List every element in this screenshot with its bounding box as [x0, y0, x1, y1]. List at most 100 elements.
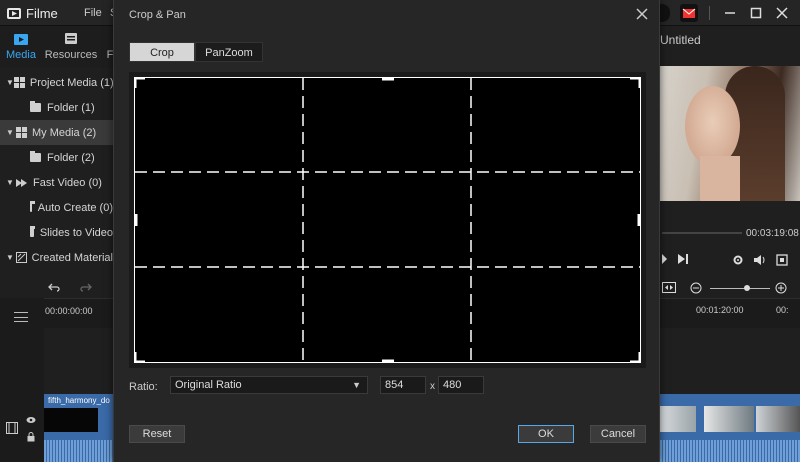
crop-stage [129, 72, 646, 368]
tree-item-label: Fast Video (0) [33, 176, 102, 189]
zoom-slider-handle[interactable] [744, 285, 750, 291]
ruler-mark-time: 00:01:20:00 [696, 305, 744, 315]
timeline-toolbar [0, 278, 113, 298]
caret-down-icon[interactable]: ▼ [6, 78, 14, 87]
media-icon [14, 34, 28, 45]
tab-resources[interactable]: Resources [44, 32, 98, 61]
ratio-label: Ratio: [129, 381, 158, 393]
grid-icon [16, 127, 27, 138]
crop-handle-bottom-left[interactable] [135, 352, 145, 362]
tree-item-folder-1[interactable]: Folder (1) [0, 95, 113, 120]
duration-time: 00:03:19:08 [746, 228, 799, 239]
dialog-tabs: Crop PanZoom [129, 42, 263, 62]
app-name: Filme [26, 6, 58, 21]
tab-crop[interactable]: Crop [129, 42, 195, 62]
clip-thumbnail [756, 406, 800, 432]
folder-icon [30, 201, 35, 212]
film-track-icon [6, 422, 18, 434]
settings-icon[interactable] [732, 254, 744, 266]
fast-forward-icon [16, 178, 27, 187]
zoom-in-icon[interactable] [775, 282, 787, 294]
width-input[interactable]: 854 [380, 376, 426, 394]
reset-button[interactable]: Reset [129, 425, 185, 443]
dimension-separator: x [430, 381, 435, 392]
crop-area[interactable] [134, 77, 641, 363]
media-tabs: Media Resources F [0, 26, 113, 68]
mail-icon[interactable] [680, 4, 698, 22]
timeline-clip[interactable]: fifth_harmony_do [44, 394, 114, 462]
dialog-title: Crop & Pan [129, 9, 186, 21]
crop-handle-top-left[interactable] [135, 78, 145, 88]
volume-icon[interactable] [754, 254, 767, 266]
timeline-clip-thumbnails[interactable] [660, 394, 800, 462]
ruler-mark-time-partial: 00: [776, 305, 789, 315]
tab-panzoom[interactable]: PanZoom [195, 42, 263, 62]
fullscreen-icon[interactable] [776, 254, 788, 266]
tree-item-created-material[interactable]: ▼ Created Material [0, 245, 113, 270]
caret-down-icon[interactable]: ▼ [6, 253, 16, 262]
tab-media-label: Media [6, 49, 36, 61]
crop-handle-top-right[interactable] [630, 78, 640, 88]
tree-item-label: Project Media (1) [29, 76, 113, 89]
close-icon[interactable] [633, 5, 651, 23]
resources-icon [65, 33, 77, 44]
tab-media[interactable]: Media [4, 32, 38, 61]
menu-icon[interactable] [14, 312, 28, 322]
caret-down-icon[interactable]: ▼ [6, 178, 16, 187]
folder-icon [30, 151, 41, 162]
crop-pan-dialog: Crop & Pan Crop PanZoom Ratio: Original … [113, 0, 660, 462]
tab-resources-label: Resources [44, 49, 98, 61]
preview-video[interactable] [660, 66, 800, 201]
created-material-icon [15, 252, 27, 263]
lock-icon[interactable] [27, 432, 35, 442]
eye-icon[interactable] [26, 416, 36, 424]
clip-name: fifth_harmony_do [48, 396, 110, 405]
tree-item-label: Created Material [31, 251, 113, 264]
tree-item-label: My Media (2) [32, 126, 97, 139]
tree-item-auto-create[interactable]: Auto Create (0) [0, 195, 113, 220]
clip-thumbnail [660, 406, 696, 432]
crop-grid [135, 78, 640, 362]
timeline-zoom [660, 280, 800, 296]
grid-icon [13, 77, 25, 88]
undo-icon[interactable] [48, 282, 60, 293]
tree-item-label: Folder (1) [47, 101, 95, 114]
play-next-icon[interactable] [678, 254, 689, 264]
cancel-button[interactable]: Cancel [590, 425, 646, 443]
folder-icon [30, 226, 35, 237]
minimize-icon[interactable] [720, 3, 740, 23]
fit-icon[interactable] [662, 282, 676, 293]
zoom-slider-track[interactable] [710, 288, 770, 289]
filme-logo-icon [7, 8, 21, 19]
tree-item-project-media[interactable]: ▼ Project Media (1) [0, 70, 113, 95]
preview-face [685, 86, 740, 166]
folder-icon [30, 101, 41, 112]
clip-waveform [44, 440, 114, 462]
clip-waveform [660, 440, 800, 462]
ruler-start-time: 00:00:00:00 [45, 306, 93, 316]
zoom-out-icon[interactable] [690, 282, 702, 294]
window-close-icon[interactable] [772, 3, 792, 23]
caret-down-icon[interactable]: ▼ [6, 128, 16, 137]
height-input[interactable]: 480 [438, 376, 484, 394]
tree-item-label: Auto Create (0) [37, 201, 113, 214]
maximize-icon[interactable] [746, 3, 766, 23]
prev-frame-icon[interactable] [662, 254, 668, 264]
ratio-value: Original Ratio [175, 379, 242, 391]
playback-scrubber[interactable] [662, 232, 742, 234]
app-window: Filme File S Media Resources F [0, 0, 800, 462]
redo-icon[interactable] [80, 282, 92, 293]
tree-item-folder-2[interactable]: Folder (2) [0, 145, 113, 170]
clip-thumbnail [704, 406, 754, 432]
ok-button[interactable]: OK [518, 425, 574, 443]
crop-handle-bottom-right[interactable] [630, 352, 640, 362]
clip-thumbnail [44, 408, 98, 432]
tree-item-my-media[interactable]: ▼ My Media (2) [0, 120, 113, 145]
tree-item-label: Slides to Video [39, 226, 113, 239]
tree-item-fast-video[interactable]: ▼ Fast Video (0) [0, 170, 113, 195]
preview-neck [700, 156, 740, 201]
tree-item-slides-to-video[interactable]: Slides to Video [0, 220, 113, 245]
menu-file[interactable]: File [84, 7, 102, 19]
media-tree: ▼ Project Media (1) Folder (1) ▼ My Medi… [0, 70, 113, 270]
ratio-select[interactable]: Original Ratio ▼ [170, 376, 368, 394]
